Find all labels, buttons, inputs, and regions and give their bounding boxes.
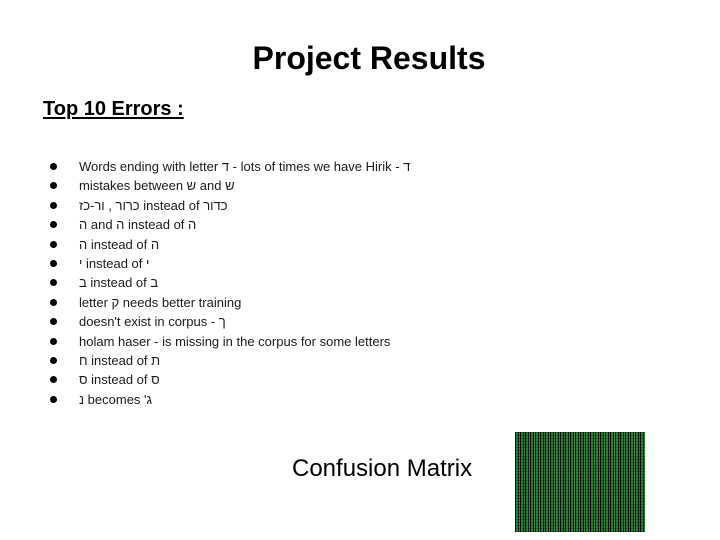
bullet-icon [50, 376, 57, 384]
list-item-text: holam haser - is missing in the corpus f… [79, 333, 391, 349]
bullet-icon [50, 318, 57, 326]
matrix-code-image [515, 432, 645, 532]
list-item-text: letter ק needs better training [79, 294, 242, 310]
list-item-text: כדור instead of כרור , ור-כז [79, 197, 228, 213]
bullet-icon [50, 337, 57, 345]
bullet-icon [50, 395, 57, 403]
list-item-text: Words ending with letter ד - lots of tim… [79, 159, 411, 174]
list-item-text: ת instead of ח [79, 352, 161, 368]
bullet-icon [50, 201, 57, 209]
bullet-icon [50, 182, 57, 190]
bullet-icon [50, 298, 57, 306]
bullet-icon [50, 221, 57, 229]
bullet-icon [50, 259, 57, 267]
list-item-text: ג' becomes נ [79, 391, 153, 407]
confusion-matrix-caption: Confusion Matrix [292, 455, 473, 482]
section-heading: Top 10 Errors : [43, 98, 184, 120]
slide-title: Project Results [252, 40, 486, 76]
bullet-icon [50, 356, 57, 364]
bullet-icon [50, 279, 57, 287]
list-item-text: ך - doesn't exist in corpus [79, 314, 226, 330]
list-item-text: י instead of י [79, 255, 150, 271]
bullet-icon [50, 163, 57, 170]
bullet-icon [50, 240, 57, 248]
list-item-text: ס instead of ס [79, 372, 160, 388]
list-item-text: ה instead of ה and ה [79, 217, 197, 233]
list-item-text: ב instead of ב [79, 275, 159, 291]
list-item-text: ה instead of ה [79, 236, 160, 252]
list-item-text: mistakes between ש and ש [79, 178, 235, 194]
